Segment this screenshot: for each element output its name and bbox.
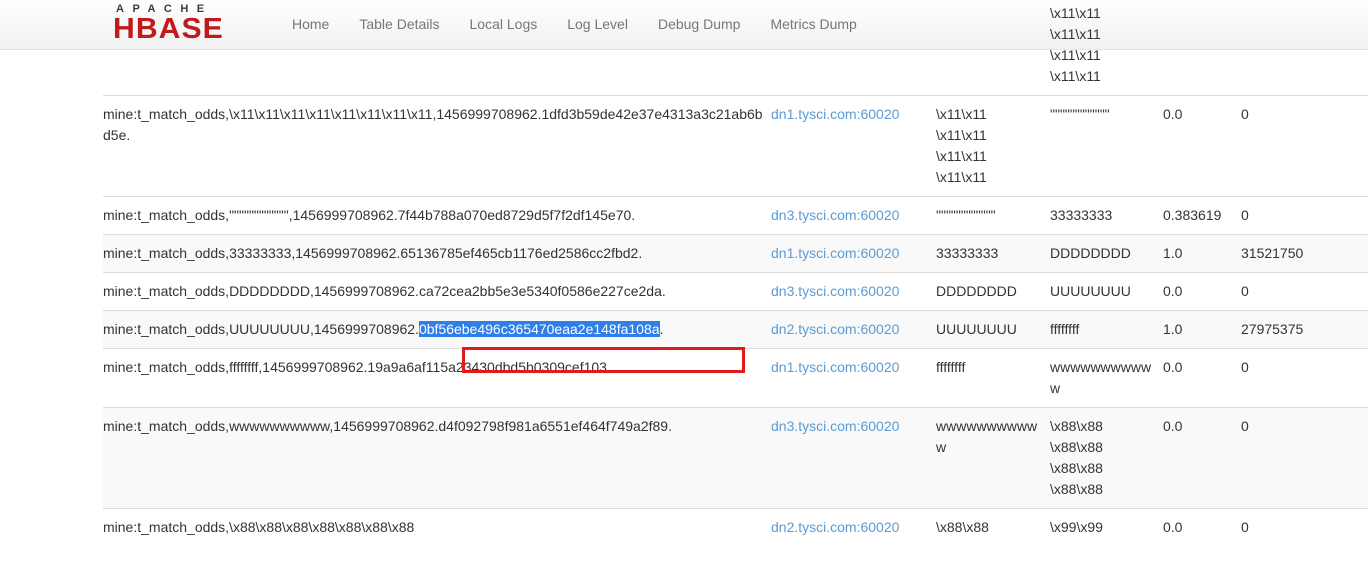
table-row: mine:t_match_odds,ffffffff,1456999708962… bbox=[103, 348, 1368, 408]
region-server-link[interactable]: dn1.tysci.com:60020 bbox=[771, 245, 899, 261]
region-server-cell: dn1.tysci.com:60020 bbox=[771, 95, 936, 197]
nav-link-local-logs[interactable]: Local Logs bbox=[455, 5, 553, 44]
region-name-cell: mine:t_match_odds,UUUUUUUU,1456999708962… bbox=[103, 310, 771, 349]
region-end-key-cell: \x88\x88 \x88\x88 \x88\x88 \x88\x88 bbox=[1050, 407, 1163, 509]
region-server-link[interactable]: dn2.tysci.com:60020 bbox=[771, 321, 899, 337]
region-start-key-cell: UUUUUUUU bbox=[936, 310, 1050, 349]
region-start-key-cell: wwwwwwwwwww bbox=[936, 407, 1050, 509]
selected-region-encoded-name[interactable]: 0bf56ebe496c365470eaa2e148fa108a bbox=[418, 321, 660, 337]
region-name-cell: mine:t_match_odds,wwwwwwwwww,14569997089… bbox=[103, 407, 771, 509]
region-requests-cell: 0 bbox=[1241, 348, 1368, 408]
table-row: mine:t_match_odds,"""""""""""",145699970… bbox=[103, 196, 1368, 235]
region-start-key-cell: ffffffff bbox=[936, 348, 1050, 408]
nav-link-metrics-dump[interactable]: Metrics Dump bbox=[755, 5, 871, 44]
region-end-key-cell: UUUUUUUU bbox=[1050, 272, 1163, 311]
region-end-key-cell: 33333333 bbox=[1050, 196, 1163, 235]
regions-table-body: \x11\x11 \x11\x11 \x11\x11 \x11\x11 mine:t_m… bbox=[103, 5, 1368, 546]
region-name-suffix: . bbox=[659, 321, 664, 337]
region-requests-cell: 27975375 bbox=[1241, 310, 1368, 349]
regions-table-container: \x11\x11 \x11\x11 \x11\x11 \x11\x11 mine:t_m… bbox=[0, 5, 1368, 546]
region-start-key-cell: \x88\x88 bbox=[936, 508, 1050, 546]
region-name-cell: mine:t_match_odds,"""""""""""",145699970… bbox=[103, 196, 771, 235]
top-navbar: APACHE HBASE Home Table Details Local Lo… bbox=[0, 0, 1368, 50]
region-end-key-cell: """""""""""" bbox=[1050, 95, 1163, 197]
region-server-link[interactable]: dn3.tysci.com:60020 bbox=[771, 418, 899, 434]
table-row: mine:t_match_odds,wwwwwwwwww,14569997089… bbox=[103, 407, 1368, 509]
region-start-key-cell: """""""""""" bbox=[936, 196, 1050, 235]
regions-table: \x11\x11 \x11\x11 \x11\x11 \x11\x11 mine:t_m… bbox=[103, 5, 1368, 546]
region-requests-cell: 0 bbox=[1241, 196, 1368, 235]
region-server-link[interactable]: dn3.tysci.com:60020 bbox=[771, 283, 899, 299]
region-name-cell: mine:t_match_odds,DDDDDDDD,1456999708962… bbox=[103, 272, 771, 311]
logo-hbase-text: HBASE bbox=[113, 13, 224, 45]
region-locality-cell: 1.0 bbox=[1163, 234, 1241, 273]
region-server-cell: dn1.tysci.com:60020 bbox=[771, 234, 936, 273]
region-requests-cell: 0 bbox=[1241, 407, 1368, 509]
region-start-key-cell: 33333333 bbox=[936, 234, 1050, 273]
region-name-cell: mine:t_match_odds,\x88\x88\x88\x88\x88\x… bbox=[103, 508, 771, 546]
table-row: mine:t_match_odds,\x88\x88\x88\x88\x88\x… bbox=[103, 508, 1368, 546]
region-start-key-cell: \x11\x11 \x11\x11 \x11\x11 \x11\x11 bbox=[936, 95, 1050, 197]
region-requests-cell: 0 bbox=[1241, 272, 1368, 311]
region-name-cell: mine:t_match_odds,\x11\x11\x11\x11\x11\x… bbox=[103, 95, 771, 197]
region-start-key-cell: DDDDDDDD bbox=[936, 272, 1050, 311]
table-row: mine:t_match_odds,\x11\x11\x11\x11\x11\x… bbox=[103, 95, 1368, 197]
region-server-cell: dn1.tysci.com:60020 bbox=[771, 348, 936, 408]
table-row: \x11\x11 \x11\x11 \x11\x11 \x11\x11 bbox=[103, 5, 1368, 96]
nav-link-home[interactable]: Home bbox=[277, 5, 344, 44]
hbase-region-server-page: APACHE HBASE Home Table Details Local Lo… bbox=[0, 0, 1368, 561]
table-row: mine:t_match_odds,UUUUUUUU,1456999708962… bbox=[103, 310, 1368, 349]
region-end-key-cell: \x99\x99 bbox=[1050, 508, 1163, 546]
region-server-cell bbox=[771, 50, 936, 96]
region-name-cell: mine:t_match_odds,ffffffff,1456999708962… bbox=[103, 348, 771, 408]
region-locality-cell: 1.0 bbox=[1163, 310, 1241, 349]
region-locality-cell: 0.0 bbox=[1163, 508, 1241, 546]
region-server-cell: dn3.tysci.com:60020 bbox=[771, 272, 936, 311]
table-row: mine:t_match_odds,DDDDDDDD,1456999708962… bbox=[103, 272, 1368, 311]
region-locality-cell: 0.0 bbox=[1163, 348, 1241, 408]
region-locality-cell: 0.0 bbox=[1163, 407, 1241, 509]
region-server-cell: dn2.tysci.com:60020 bbox=[771, 310, 936, 349]
region-server-link[interactable]: dn1.tysci.com:60020 bbox=[771, 359, 899, 375]
region-server-link[interactable]: dn1.tysci.com:60020 bbox=[771, 106, 899, 122]
region-name-cell bbox=[103, 50, 771, 96]
nav-link-table-details[interactable]: Table Details bbox=[344, 5, 454, 44]
region-name-cell: mine:t_match_odds,33333333,1456999708962… bbox=[103, 234, 771, 273]
region-start-key-cell bbox=[936, 50, 1050, 96]
region-end-key-cell: \x11\x11 \x11\x11 \x11\x11 \x11\x11 bbox=[1050, 5, 1101, 84]
region-locality-cell: 0.0 bbox=[1163, 95, 1241, 197]
nav-links: Home Table Details Local Logs Log Level … bbox=[277, 0, 872, 55]
region-server-cell: dn2.tysci.com:60020 bbox=[771, 508, 936, 546]
region-server-cell: dn3.tysci.com:60020 bbox=[771, 407, 936, 509]
apache-hbase-logo[interactable]: APACHE HBASE bbox=[113, 2, 273, 44]
region-end-key-cell: ffffffff bbox=[1050, 310, 1163, 349]
region-requests-cell: 31521750 bbox=[1241, 234, 1368, 273]
region-end-key-cell: DDDDDDDD bbox=[1050, 234, 1163, 273]
table-row: mine:t_match_odds,33333333,1456999708962… bbox=[103, 234, 1368, 273]
region-locality-cell: 0.383619 bbox=[1163, 196, 1241, 235]
region-requests-cell: 0 bbox=[1241, 95, 1368, 197]
region-locality-cell bbox=[1163, 50, 1241, 96]
region-server-link[interactable]: dn3.tysci.com:60020 bbox=[771, 207, 899, 223]
region-requests-cell: 0 bbox=[1241, 508, 1368, 546]
region-server-link[interactable]: dn2.tysci.com:60020 bbox=[771, 519, 899, 535]
region-requests-cell bbox=[1241, 50, 1368, 96]
region-name-prefix: mine:t_match_odds,UUUUUUUU,1456999708962… bbox=[103, 321, 419, 337]
region-server-cell: dn3.tysci.com:60020 bbox=[771, 196, 936, 235]
region-end-key-cell: wwwwwwwwwww bbox=[1050, 348, 1163, 408]
nav-link-debug-dump[interactable]: Debug Dump bbox=[643, 5, 756, 44]
region-locality-cell: 0.0 bbox=[1163, 272, 1241, 311]
nav-link-log-level[interactable]: Log Level bbox=[552, 5, 643, 44]
